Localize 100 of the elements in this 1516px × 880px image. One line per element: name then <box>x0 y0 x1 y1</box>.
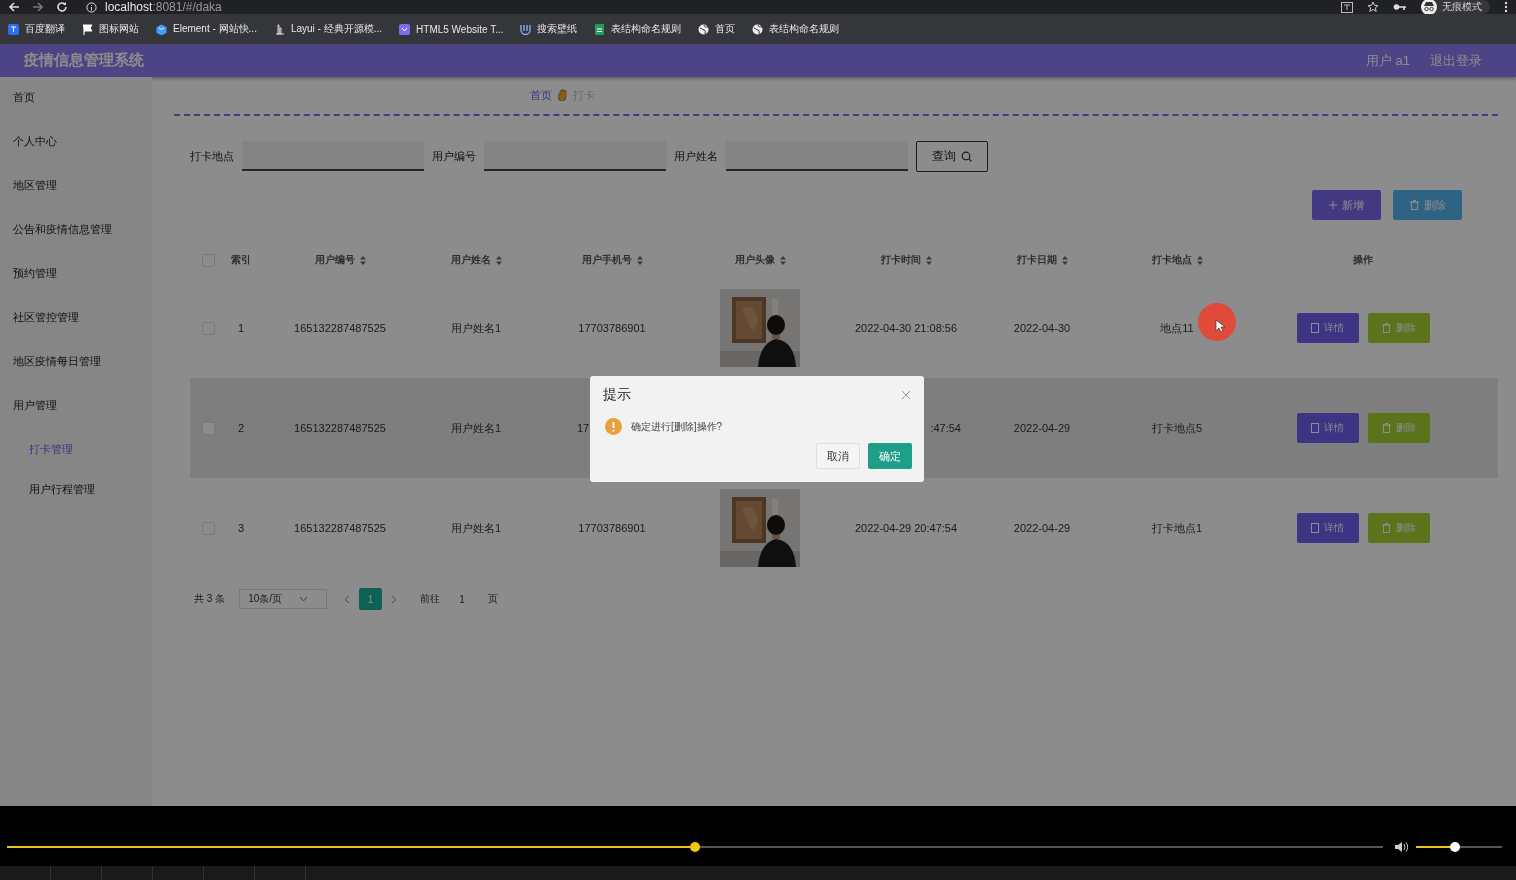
globe-icon <box>752 23 764 35</box>
dialog-message: 确定进行[删除]操作? <box>631 419 723 434</box>
trash-icon <box>1409 200 1419 210</box>
hand-icon <box>558 89 567 101</box>
forward-icon[interactable] <box>32 2 44 12</box>
table-cell: 2022-04-30 <box>1013 322 1071 334</box>
page-unit: 页 <box>488 592 499 606</box>
table-cell: :47:54 <box>930 422 961 434</box>
sidebar-item[interactable]: 地区疫情每日管理 <box>0 354 152 398</box>
sidebar-item[interactable]: 地区管理 <box>0 178 152 222</box>
sidebar-item[interactable]: 公告和疫情信息管理 <box>0 222 152 266</box>
trash-icon <box>1381 423 1391 433</box>
sidebar-item[interactable]: 社区管控管理 <box>0 310 152 354</box>
table-cell: 打卡地点1 <box>1151 520 1203 536</box>
bookmark[interactable]: Layui - 经典开源模... <box>273 22 383 36</box>
search-field[interactable] <box>242 141 424 171</box>
column-header[interactable]: 用户手机号 <box>528 242 696 278</box>
user-name: 用户 a1 <box>1365 51 1410 70</box>
column-header[interactable]: 用户头像 <box>696 242 824 278</box>
sidebar-item[interactable]: 预约管理 <box>0 266 152 310</box>
flag-icon <box>82 23 93 35</box>
table-cell: 3 <box>237 522 245 534</box>
warning-icon <box>605 418 622 435</box>
address-bar[interactable]: localhost:8081/#/daka <box>86 0 1329 14</box>
sheet-icon <box>594 23 606 35</box>
back-icon[interactable] <box>8 2 20 12</box>
table-cell: 2022-04-29 <box>1013 522 1071 534</box>
table-cell: 2022-04-29 <box>1013 422 1071 434</box>
bookmark[interactable]: 表结构命名规则 <box>594 22 682 36</box>
plus-icon <box>1329 201 1337 209</box>
bookmark[interactable]: 搜索壁纸 <box>520 22 578 36</box>
volume-slider[interactable] <box>1416 842 1502 852</box>
sidebar-subitem[interactable]: 用户行程管理 <box>0 482 152 522</box>
column-header: 索引 <box>230 253 252 267</box>
bookmark[interactable]: Element - 网站快... <box>156 22 257 36</box>
page-size-select[interactable]: 10条/页 <box>239 589 328 609</box>
bookmark[interactable]: 百度翻译 <box>8 22 65 36</box>
confirm-button[interactable]: 确定 <box>868 443 912 469</box>
caret-icon <box>300 596 308 602</box>
table-cell: 1 <box>237 322 245 334</box>
add-button[interactable]: 新增 <box>1312 190 1381 220</box>
column-header[interactable]: 打卡时间 <box>824 242 988 278</box>
volume-icon[interactable] <box>1394 841 1408 853</box>
sidebar-subitem[interactable]: 打卡管理 <box>0 442 152 482</box>
page-input[interactable]: 1 <box>450 589 475 609</box>
sort-icon <box>359 255 366 265</box>
bookmark[interactable]: 图标网站 <box>82 22 139 36</box>
more-icon[interactable] <box>1504 1 1508 13</box>
document-icon <box>1311 323 1319 333</box>
sidebar-item[interactable]: 个人中心 <box>0 134 152 178</box>
detail-button[interactable]: 详情 <box>1296 513 1359 543</box>
table-cell: 17703786901 <box>578 522 646 534</box>
search-icon <box>961 150 972 162</box>
table-cell: 用户姓名1 <box>450 520 502 536</box>
column-header[interactable]: 打卡地点 <box>1096 242 1258 278</box>
table-cell: 2 <box>237 422 245 434</box>
search-field[interactable] <box>484 141 666 171</box>
table-cell: 用户姓名1 <box>450 420 502 436</box>
field-label: 打卡地点 <box>190 148 234 164</box>
bookmark[interactable]: HTML5 Website T... <box>399 23 504 35</box>
profile-button[interactable]: 无痕模式 <box>1421 0 1490 14</box>
bookmark[interactable]: 首页 <box>698 22 736 36</box>
search-button[interactable]: 查询 <box>916 140 988 172</box>
detail-button[interactable]: 详情 <box>1296 413 1359 443</box>
cancel-button[interactable]: 取消 <box>816 443 860 469</box>
url-text: localhost:8081/#/daka <box>105 1 222 13</box>
column-header[interactable]: 打卡日期 <box>988 242 1096 278</box>
column-header[interactable]: 用户姓名 <box>424 242 528 278</box>
table-cell: 165132287487525 <box>294 522 386 534</box>
field-label: 用户编号 <box>432 148 476 164</box>
progress-thumb[interactable] <box>690 842 700 852</box>
app-title: 疫情信息管理系统 <box>24 51 144 70</box>
table-cell: 17703786901 <box>578 322 646 334</box>
field-label: 用户姓名 <box>674 148 718 164</box>
detail-button[interactable]: 详情 <box>1296 313 1359 343</box>
sidebar-item[interactable]: 用户管理 <box>0 398 152 442</box>
column-header[interactable]: 用户编号 <box>256 242 424 278</box>
table-cell: 用户姓名1 <box>450 320 502 336</box>
pointer-icon <box>1215 319 1225 333</box>
search-field[interactable] <box>726 141 908 171</box>
info-icon <box>86 1 97 13</box>
key-icon[interactable] <box>1393 3 1407 11</box>
translate-icon[interactable] <box>1341 1 1353 13</box>
tile-icon <box>399 23 411 35</box>
document-icon <box>1311 523 1319 533</box>
logout-link[interactable]: 退出登录 <box>1430 51 1482 70</box>
dialog-title: 提示 <box>603 386 631 404</box>
close-icon[interactable] <box>902 391 910 399</box>
breadcrumb-item[interactable]: 首页 <box>530 87 552 103</box>
reload-icon[interactable] <box>56 1 68 13</box>
progress-bar[interactable] <box>7 842 1383 852</box>
sort-icon <box>636 255 643 265</box>
table-cell: 打卡地点5 <box>1151 420 1203 436</box>
trash-icon <box>1381 323 1391 333</box>
sidebar-item[interactable]: 首页 <box>0 90 152 134</box>
sort-icon <box>1061 255 1068 265</box>
star-icon[interactable] <box>1367 1 1379 13</box>
bookmark[interactable]: 表结构命名规则 <box>752 22 840 36</box>
sort-icon <box>925 255 932 265</box>
volume-thumb[interactable] <box>1449 842 1460 852</box>
